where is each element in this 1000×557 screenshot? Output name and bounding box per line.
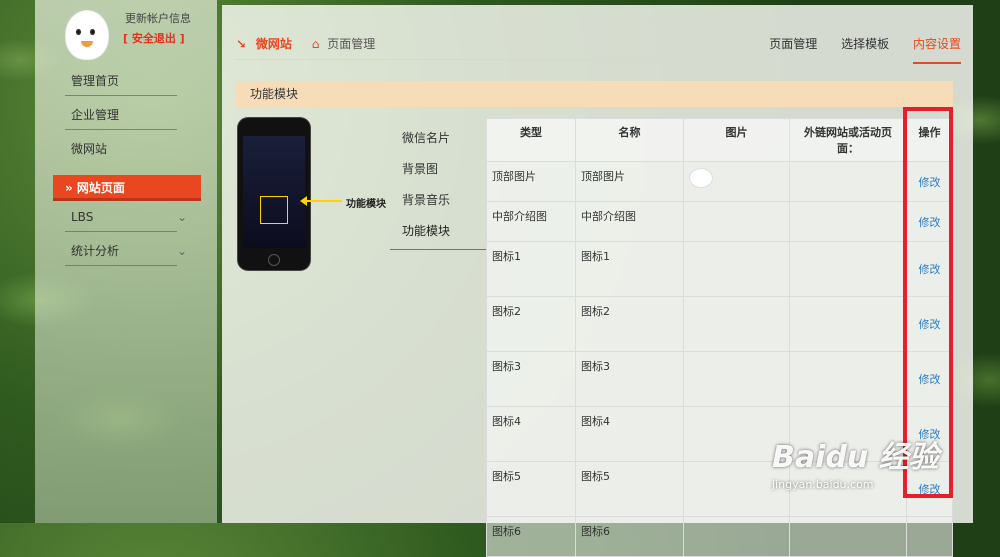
home-button-icon [268,254,280,266]
cell-type: 图标1 [486,241,576,297]
tab-page-manage[interactable]: 页面管理 [769,35,817,62]
nav-item-label: 管理首页 [71,74,120,88]
phone-callout-label: 功能模块 [346,199,386,210]
phone-screen [243,136,305,248]
nav-divider [65,231,177,232]
breadcrumb: ↘ 微网站 ⌂ 页面管理 [236,35,375,52]
nav-divider [65,265,177,266]
watermark-logo: Baidu 经验 [772,440,939,475]
breadcrumb-page[interactable]: 页面管理 [327,37,375,51]
col-type: 类型 [486,118,576,162]
nav-item-site-pages[interactable]: » 网站页面 [53,175,201,201]
cell-image [683,241,790,297]
cell-type: 图标2 [486,296,576,352]
cell-type: 图标4 [486,406,576,462]
col-image: 图片 [683,118,790,162]
cell-type: 顶部图片 [486,161,576,202]
cell-image [683,201,790,242]
breadcrumb-site[interactable]: 微网站 [256,37,292,51]
nav-item-label: LBS [71,210,94,224]
module-highlight [260,196,288,224]
nav-divider [65,95,177,96]
cell-name: 中部介绍图 [575,201,684,242]
table-row: 图标1 图标1 修改 [486,241,953,297]
cell-link [789,351,907,407]
baidu-watermark: Baidu 经验 jingyan.baidu.com [772,432,982,512]
nav-divider [65,129,177,130]
tab-choose-template[interactable]: 选择模板 [841,35,889,62]
nav-item-enterprise[interactable]: 企业管理 [35,100,217,134]
cell-link [789,296,907,352]
content-submenu: 微信名片 背景图 背景音乐 功能模块 [390,125,486,250]
arrow-left-icon [300,196,342,206]
sidebar-nav: 管理首页 企业管理 微网站 LBS ⌄ 统计分析 ⌄ [35,66,217,270]
nav-item-lbs[interactable]: LBS ⌄ [35,202,217,236]
cell-type: 中部介绍图 [486,201,576,242]
cell-name: 图标5 [575,461,684,517]
cell-name: 图标1 [575,241,684,297]
nav-item-label: 企业管理 [71,108,120,122]
cell-name: 图标2 [575,296,684,352]
logout-link[interactable]: [ 安全退出 ] [123,30,185,46]
cell-name: 图标4 [575,406,684,462]
profile: 更新帐户信息 [ 安全退出 ] [65,10,215,60]
nav-item-home[interactable]: 管理首页 [35,66,217,100]
cell-image [683,296,790,352]
nav-item-label: 微网站 [71,142,108,156]
col-link: 外链网站或活动页面： [789,118,907,162]
mascot-avatar [65,10,109,60]
cell-image [683,161,790,202]
submenu-background-image[interactable]: 背景图 [390,156,486,187]
submenu-function-module[interactable]: 功能模块 [390,218,486,250]
arrow-icon: ↘ [236,37,247,51]
cell-type: 图标5 [486,461,576,517]
submenu-background-music[interactable]: 背景音乐 [390,187,486,218]
nav-item-microsite[interactable]: 微网站 [35,134,217,168]
cell-link [789,201,907,242]
watermark-url: jingyan.baidu.com [772,478,874,491]
table-row: 顶部图片 顶部图片 修改 [486,161,953,202]
table-row: 图标3 图标3 修改 [486,351,953,407]
cell-link [789,161,907,202]
chevron-down-icon: ⌄ [176,210,187,224]
image-thumbnail [689,168,713,188]
col-name: 名称 [575,118,684,162]
cell-type: 图标3 [486,351,576,407]
topbar: ↘ 微网站 ⌂ 页面管理 页面管理 选择模板 内容设置 [222,5,973,73]
nav-item-stats[interactable]: 统计分析 ⌄ [35,236,217,270]
update-account-link[interactable]: 更新帐户信息 [125,10,191,26]
divider [236,59,953,60]
cell-link [789,241,907,297]
section-title: 功能模块 [236,81,953,107]
table-row: 中部介绍图 中部介绍图 修改 [486,201,953,242]
submenu-wechat-card[interactable]: 微信名片 [390,125,486,156]
cell-name: 图标3 [575,351,684,407]
phone-preview [238,118,310,270]
home-icon[interactable]: ⌂ [312,37,320,51]
cell-name: 顶部图片 [575,161,684,202]
cell-image [683,351,790,407]
table-row: 图标2 图标2 修改 [486,296,953,352]
nav-item-label: 统计分析 [71,244,120,258]
chevron-down-icon: ⌄ [176,244,187,258]
